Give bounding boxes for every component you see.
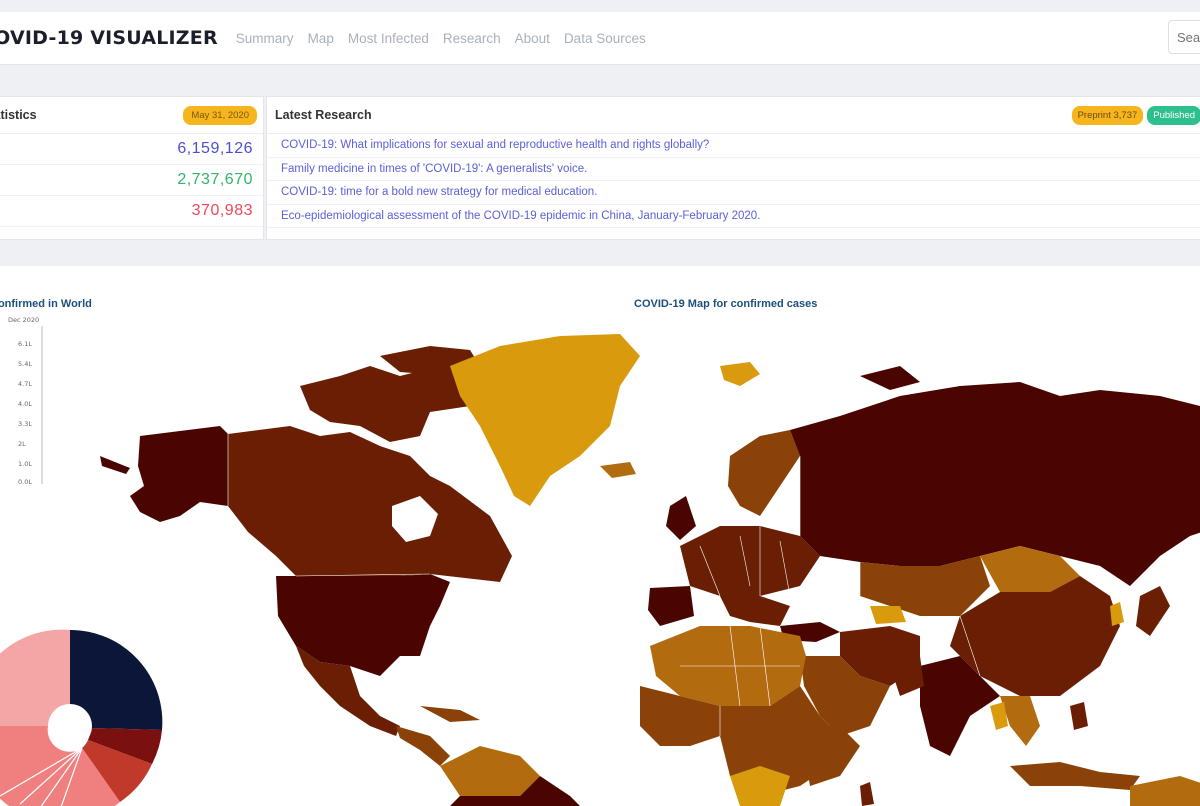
stat-row-deaths: 370,983 <box>0 196 263 227</box>
nav-link-research[interactable]: Research <box>443 31 501 46</box>
nav-link-summary[interactable]: Summary <box>236 31 294 46</box>
statistics-card: Statistics May 31, 2020 6,159,126 2,737,… <box>0 96 264 240</box>
research-item[interactable]: COVID-19: time for a bold new strategy f… <box>267 181 1200 205</box>
map-region-east-africa[interactable] <box>800 726 860 786</box>
map-region-turkmenistan[interactable] <box>870 606 906 624</box>
deaths-count: 370,983 <box>191 202 253 219</box>
map-region-australia[interactable] <box>1130 776 1200 806</box>
confirmed-count: 6,159,126 <box>177 140 253 157</box>
top-navbar: COVID-19 VISUALIZER Summary Map Most Inf… <box>0 12 1200 65</box>
axis-tick: 3.3L <box>18 420 32 428</box>
nav-link-about[interactable]: About <box>515 31 550 46</box>
map-region-central-america[interactable] <box>396 726 450 766</box>
statistics-header: Statistics May 31, 2020 <box>0 97 263 134</box>
research-badges: Preprint 3,737 Published <box>1071 105 1200 125</box>
map-region-scandinavia[interactable] <box>728 430 800 516</box>
map-region-indonesia[interactable] <box>1010 762 1140 790</box>
axis-header: Dec 2020 <box>8 316 39 324</box>
research-item[interactable]: Eco-epidemiological assessment of the CO… <box>267 205 1200 228</box>
map-region-korea[interactable] <box>1110 602 1124 626</box>
research-title: Latest Research <box>275 108 372 122</box>
map-title: COVID-19 Map for confirmed cases <box>634 298 818 310</box>
map-region-caribbean[interactable] <box>420 706 480 722</box>
map-region-colombia-venezuela[interactable] <box>440 746 540 796</box>
world-map[interactable] <box>100 326 1200 806</box>
map-region-madagascar[interactable] <box>860 782 874 806</box>
research-item[interactable]: COVID-19: What implications for sexual a… <box>267 134 1200 158</box>
map-region-canada-islands[interactable] <box>300 366 480 442</box>
map-region-aleutians[interactable] <box>100 456 130 474</box>
map-section: Confirmed in World COVID-19 Map for conf… <box>0 266 1200 806</box>
axis-tick: 5.4L <box>18 360 32 368</box>
nav-link-map[interactable]: Map <box>308 31 334 46</box>
nav-link-data-sources[interactable]: Data Sources <box>564 31 646 46</box>
brand-logo[interactable]: COVID-19 VISUALIZER <box>0 27 218 49</box>
stat-row-recovered: 2,737,670 <box>0 165 263 196</box>
map-region-canada[interactable] <box>228 426 512 582</box>
axis-tick: 4.0L <box>18 400 32 408</box>
preprint-badge[interactable]: Preprint 3,737 <box>1071 105 1144 125</box>
map-region-philippines[interactable] <box>1070 702 1088 730</box>
axis-tick: 2L <box>18 440 26 448</box>
search-input[interactable] <box>1168 20 1200 54</box>
research-list: COVID-19: What implications for sexual a… <box>267 134 1200 228</box>
research-card: Latest Research Preprint 3,737 Published… <box>266 96 1200 240</box>
world-trend-chart: Dec 2020 6.1L 5.4L 4.7L 4.0L 3.3L 2L 1.0… <box>8 316 43 486</box>
date-badge: May 31, 2020 <box>183 105 257 125</box>
map-region-iceland[interactable] <box>600 462 636 478</box>
map-region-uk[interactable] <box>666 496 696 540</box>
axis-tick: 1.0L <box>18 460 32 468</box>
map-region-svalbard[interactable] <box>720 362 760 386</box>
axis-tick: 6.1L <box>18 340 32 348</box>
map-region-iberia[interactable] <box>648 586 694 626</box>
map-region-greenland[interactable] <box>450 334 640 506</box>
recovered-count: 2,737,670 <box>177 171 253 188</box>
world-chart-title: Confirmed in World <box>0 298 92 310</box>
map-region-alaska[interactable] <box>130 426 228 522</box>
nav-links: Summary Map Most Infected Research About… <box>236 31 646 46</box>
statistics-title: Statistics <box>0 108 37 122</box>
axis-tick: 0.0L <box>18 478 32 486</box>
nav-link-most-infected[interactable]: Most Infected <box>348 31 429 46</box>
published-badge[interactable]: Published <box>1147 105 1200 125</box>
axis-tick: 4.7L <box>18 380 32 388</box>
map-region-italy-balkans[interactable] <box>720 596 790 626</box>
research-header: Latest Research Preprint 3,737 Published <box>267 97 1200 134</box>
stat-row-confirmed: 6,159,126 <box>0 134 263 165</box>
map-region-russia-north[interactable] <box>860 366 920 390</box>
map-region-japan[interactable] <box>1136 586 1170 636</box>
research-item[interactable]: Family medicine in times of 'COVID-19': … <box>267 158 1200 181</box>
